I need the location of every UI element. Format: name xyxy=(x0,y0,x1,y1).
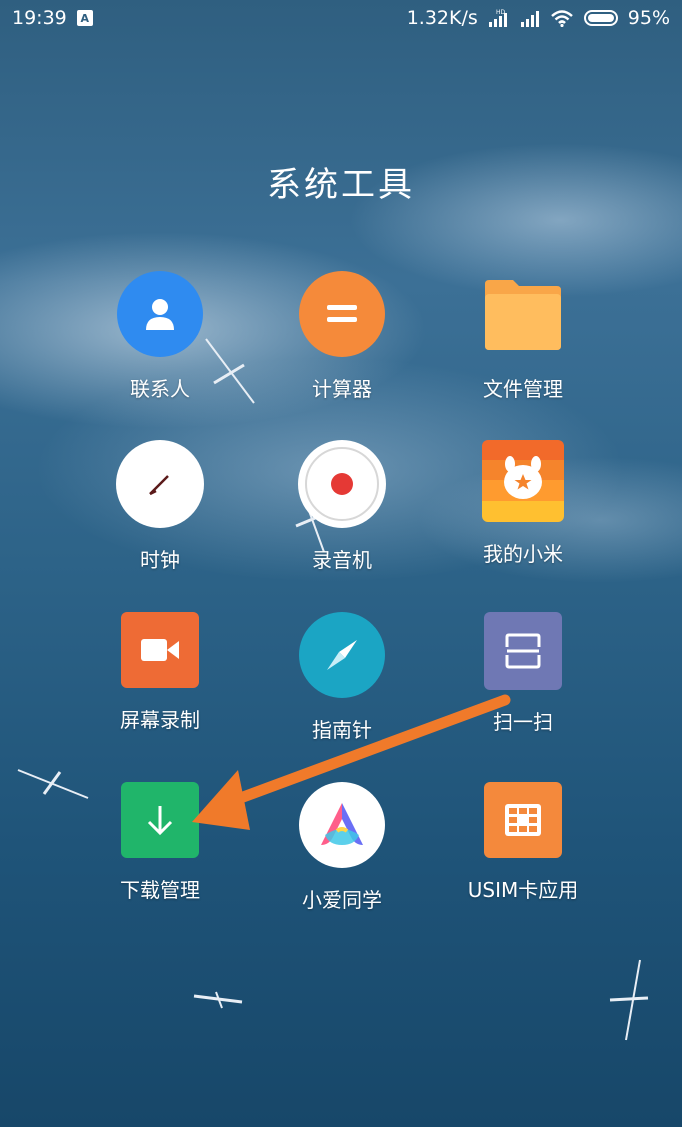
tutorial-arrow xyxy=(192,694,511,830)
